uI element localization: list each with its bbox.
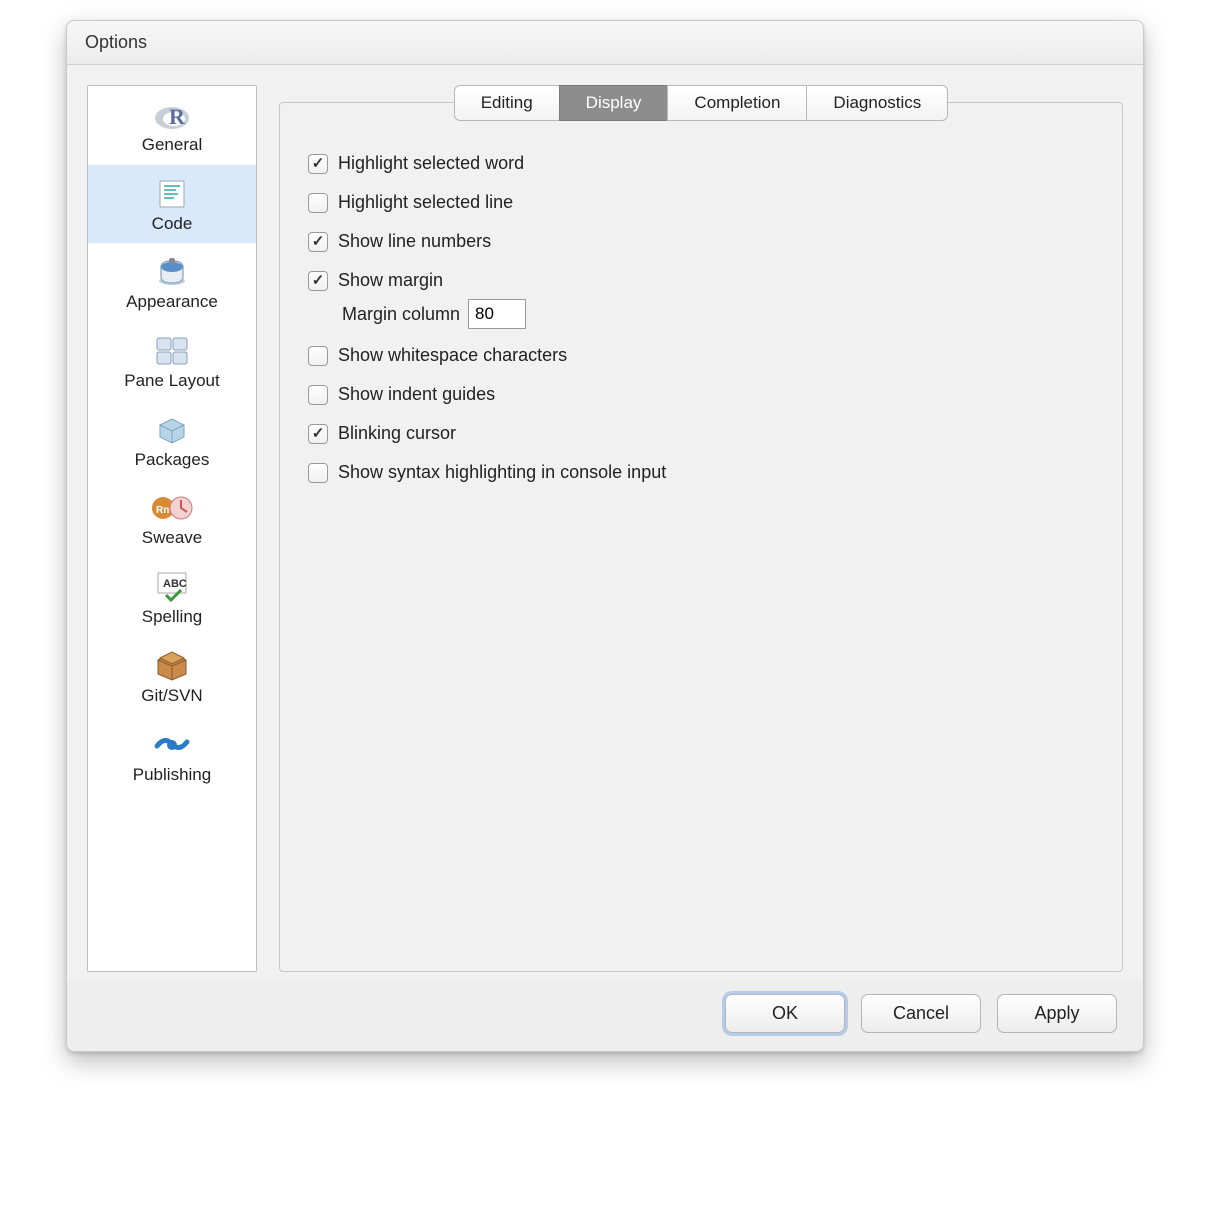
tab-label: Editing (481, 93, 533, 112)
spellcheck-icon: ABC (150, 568, 194, 606)
tab-completion[interactable]: Completion (667, 85, 807, 121)
sidebar-item-publishing[interactable]: Publishing (88, 716, 256, 795)
option-show-margin: Show margin (308, 270, 1094, 291)
sweave-icon: Rnw (150, 489, 194, 527)
margin-column-input[interactable] (468, 299, 526, 329)
sidebar-item-code[interactable]: Code (88, 165, 256, 244)
dialog-body: R General Code (67, 65, 1143, 980)
package-icon (150, 411, 194, 449)
dialog-footer: OK Cancel Apply (67, 980, 1143, 1033)
sidebar-item-packages[interactable]: Packages (88, 401, 256, 480)
button-label: Apply (1034, 1003, 1079, 1023)
apply-button[interactable]: Apply (997, 994, 1117, 1033)
margin-column-label: Margin column (342, 304, 460, 325)
sidebar-item-sweave[interactable]: Rnw Sweave (88, 479, 256, 558)
sidebar-item-label: Packages (135, 451, 210, 470)
sidebar-item-pane-layout[interactable]: Pane Layout (88, 322, 256, 401)
sidebar-item-label: Code (152, 215, 193, 234)
option-label: Show margin (338, 270, 443, 291)
options-dialog: Options R General (66, 20, 1144, 1052)
checkbox-highlight-line[interactable] (308, 193, 328, 213)
sidebar-item-label: Appearance (126, 293, 218, 312)
sidebar-item-label: Sweave (142, 529, 202, 548)
sidebar-item-spelling[interactable]: ABC Spelling (88, 558, 256, 637)
checkbox-syntax-console[interactable] (308, 463, 328, 483)
r-logo-icon: R (150, 96, 194, 134)
tab-bar: Editing Display Completion Diagnostics (279, 85, 1123, 121)
checkbox-show-indent-guides[interactable] (308, 385, 328, 405)
sidebar-item-appearance[interactable]: Appearance (88, 243, 256, 322)
checkbox-show-margin[interactable] (308, 271, 328, 291)
option-highlight-line: Highlight selected line (308, 192, 1094, 213)
code-document-icon (150, 175, 194, 213)
checkbox-highlight-word[interactable] (308, 154, 328, 174)
cancel-button[interactable]: Cancel (861, 994, 981, 1033)
paint-bucket-icon (150, 253, 194, 291)
display-options-panel: Highlight selected word Highlight select… (279, 102, 1123, 972)
tab-label: Completion (694, 93, 780, 112)
sidebar-item-label: Spelling (142, 608, 203, 627)
option-label: Show indent guides (338, 384, 495, 405)
option-label: Highlight selected word (338, 153, 524, 174)
tab-display[interactable]: Display (559, 85, 669, 121)
box-icon (150, 647, 194, 685)
option-label: Highlight selected line (338, 192, 513, 213)
ok-button[interactable]: OK (725, 994, 845, 1033)
checkbox-blinking-cursor[interactable] (308, 424, 328, 444)
margin-column-row: Margin column (342, 299, 1094, 329)
tab-label: Diagnostics (833, 93, 921, 112)
option-highlight-word: Highlight selected word (308, 153, 1094, 174)
sidebar-item-label: Pane Layout (124, 372, 219, 391)
checkbox-show-line-numbers[interactable] (308, 232, 328, 252)
window-title-text: Options (85, 32, 147, 53)
tab-label: Display (586, 93, 642, 112)
tab-diagnostics[interactable]: Diagnostics (806, 85, 948, 121)
svg-text:ABC: ABC (163, 578, 187, 590)
panes-icon (150, 332, 194, 370)
button-label: Cancel (893, 1003, 949, 1023)
option-show-indent-guides: Show indent guides (308, 384, 1094, 405)
checkbox-show-whitespace[interactable] (308, 346, 328, 366)
sidebar-item-label: Git/SVN (141, 687, 202, 706)
sidebar-item-label: General (142, 136, 202, 155)
sidebar-item-gitsvn[interactable]: Git/SVN (88, 637, 256, 716)
option-label: Show line numbers (338, 231, 491, 252)
option-show-whitespace: Show whitespace characters (308, 345, 1094, 366)
option-label: Show syntax highlighting in console inpu… (338, 462, 666, 483)
option-label: Blinking cursor (338, 423, 456, 444)
category-sidebar: R General Code (87, 85, 257, 972)
main-panel: Editing Display Completion Diagnostics H… (279, 85, 1123, 972)
button-label: OK (772, 1003, 798, 1023)
sidebar-item-general[interactable]: R General (88, 86, 256, 165)
option-label: Show whitespace characters (338, 345, 567, 366)
svg-text:R: R (169, 104, 186, 129)
tab-editing[interactable]: Editing (454, 85, 560, 121)
publish-icon (150, 726, 194, 764)
option-show-line-numbers: Show line numbers (308, 231, 1094, 252)
sidebar-item-label: Publishing (133, 766, 211, 785)
option-blinking-cursor: Blinking cursor (308, 423, 1094, 444)
window-title: Options (67, 21, 1143, 65)
option-syntax-console: Show syntax highlighting in console inpu… (308, 462, 1094, 483)
